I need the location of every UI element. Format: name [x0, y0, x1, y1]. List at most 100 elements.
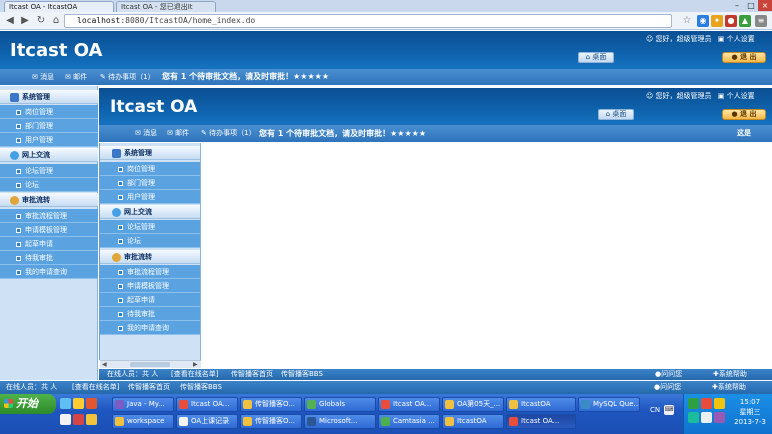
- homepage-link[interactable]: 传智播客首页: [128, 381, 170, 394]
- clock[interactable]: 15:07 星期三 2013-7-3: [730, 397, 770, 427]
- menu-item-pending[interactable]: 待我审批: [0, 251, 98, 265]
- extension-icon[interactable]: ✦: [711, 15, 723, 27]
- inner-menu-item-forum[interactable]: 论坛: [100, 234, 200, 248]
- quicklaunch-icon[interactable]: [86, 398, 97, 409]
- inner-menu-item-user[interactable]: 用户管理: [100, 190, 200, 204]
- taskbar-item[interactable]: Itcast OA...: [378, 397, 440, 412]
- back-icon[interactable]: ◀: [3, 14, 17, 28]
- forward-icon[interactable]: ▶: [18, 14, 32, 28]
- menu-section-system[interactable]: 系统管理: [0, 90, 98, 104]
- tray-icon[interactable]: [714, 412, 725, 423]
- taskbar-item[interactable]: Microsoft...: [304, 414, 376, 429]
- menu-item-forum-manage[interactable]: 论坛管理: [0, 164, 98, 178]
- todo-link[interactable]: ✎ 待办事项（1）: [201, 125, 256, 142]
- taskbar-item-active[interactable]: Itcast OA...: [506, 414, 576, 429]
- menu-item-post[interactable]: 岗位管理: [0, 105, 98, 119]
- extension-icon[interactable]: ▲: [739, 15, 751, 27]
- quicklaunch-icon[interactable]: [60, 414, 71, 425]
- online-list-link[interactable]: [查看在线名单]: [72, 381, 119, 394]
- minimize-icon[interactable]: –: [730, 0, 744, 11]
- tray-icon[interactable]: [688, 412, 699, 423]
- person-icon: [10, 195, 19, 205]
- tray-icon[interactable]: [701, 398, 712, 409]
- maximize-icon[interactable]: □: [744, 0, 758, 11]
- personal-settings-link[interactable]: 个人设置: [727, 35, 755, 43]
- quicklaunch-icon[interactable]: [86, 414, 97, 425]
- menu-item-draft[interactable]: 起草申请: [0, 237, 98, 251]
- bbs-link[interactable]: 传智播客BBS: [281, 369, 323, 380]
- inner-menu-item-process-manage[interactable]: 审批流程管理: [100, 265, 200, 279]
- menu-item-forum[interactable]: 论坛: [0, 178, 98, 192]
- inner-desktop-button[interactable]: ⌂ 桌面: [598, 109, 634, 120]
- menu-item-my-requests[interactable]: 我的申请查询: [0, 265, 98, 279]
- menu-item-user[interactable]: 用户管理: [0, 133, 98, 147]
- taskbar-item[interactable]: 传智播客O...: [240, 397, 302, 412]
- taskbar-item[interactable]: 传智播客O...: [240, 414, 302, 429]
- taskbar-item[interactable]: OA上课记录: [176, 414, 238, 429]
- reload-icon[interactable]: ↻: [34, 14, 48, 28]
- extension-icon[interactable]: ◉: [697, 15, 709, 27]
- location-icon[interactable]: ●: [725, 15, 737, 27]
- menu-item-department[interactable]: 部门管理: [0, 119, 98, 133]
- browser-tab-1[interactable]: Itcast OA - ItcastOA: [4, 1, 114, 12]
- horizontal-scrollbar[interactable]: ◀ ▶: [100, 360, 201, 368]
- online-list-link[interactable]: [查看在线名单]: [171, 369, 218, 380]
- scrollbar-thumb[interactable]: [130, 362, 170, 367]
- message-link[interactable]: ✉ 消息: [135, 125, 157, 142]
- homepage-link[interactable]: 传智播客首页: [231, 369, 273, 380]
- logout-button[interactable]: ● 退 出: [722, 52, 766, 63]
- taskbar-item[interactable]: Globals: [304, 397, 376, 412]
- taskbar-item[interactable]: workspace: [112, 414, 174, 429]
- inner-menu-section-system[interactable]: 系统管理: [100, 146, 200, 160]
- url-input[interactable]: localhost:8080/ItcastOA/home_index.do: [64, 14, 672, 28]
- quicklaunch-icon[interactable]: [73, 414, 84, 425]
- taskbar-item[interactable]: Itcast OA...: [176, 397, 238, 412]
- help-link[interactable]: ✚系统帮助: [712, 381, 746, 394]
- help-link[interactable]: ✚系统帮助: [713, 369, 747, 380]
- inner-menu-section-approval[interactable]: 审批流转: [100, 250, 200, 264]
- keyboard-icon[interactable]: ⌨: [664, 405, 674, 415]
- bbs-link[interactable]: 传智播客BBS: [180, 381, 222, 394]
- quicklaunch-icon[interactable]: [73, 398, 84, 409]
- taskbar-item[interactable]: ItcastOA: [506, 397, 576, 412]
- menu-item-process-manage[interactable]: 审批流程管理: [0, 209, 98, 223]
- personal-settings-link[interactable]: 个人设置: [727, 92, 755, 100]
- inner-menu-item-post[interactable]: 岗位管理: [100, 162, 200, 176]
- inner-logout-button[interactable]: ● 退 出: [722, 109, 766, 120]
- inner-menu-item-draft[interactable]: 起草申请: [100, 293, 200, 307]
- ask-link[interactable]: ●问问您: [655, 369, 682, 380]
- inner-menu-section-online[interactable]: 网上交流: [100, 205, 200, 219]
- bookmark-star-icon[interactable]: ☆: [680, 14, 694, 28]
- language-indicator[interactable]: CN: [650, 406, 660, 414]
- mail-link[interactable]: ✉ 邮件: [65, 69, 87, 85]
- ask-link[interactable]: ●问问您: [654, 381, 681, 394]
- desktop-button[interactable]: ⌂ 桌面: [578, 52, 614, 63]
- wrench-icon[interactable]: ≡: [755, 15, 767, 27]
- tray-icon[interactable]: [688, 398, 699, 409]
- message-link[interactable]: ✉ 消息: [32, 69, 54, 85]
- scroll-right-icon[interactable]: ▶: [193, 361, 198, 368]
- taskbar-item[interactable]: MySQL Que...: [578, 397, 640, 412]
- tray-icon[interactable]: [714, 398, 725, 409]
- scroll-left-icon[interactable]: ◀: [102, 361, 107, 368]
- todo-link[interactable]: ✎ 待办事项（1）: [100, 69, 155, 85]
- mail-link[interactable]: ✉ 邮件: [167, 125, 189, 142]
- volume-icon[interactable]: [701, 412, 712, 423]
- browser-tab-2[interactable]: Itcast OA - 您已退出It: [116, 1, 216, 12]
- taskbar-item[interactable]: Java - My...: [112, 397, 174, 412]
- home-icon[interactable]: ⌂: [49, 14, 63, 28]
- quicklaunch-icon[interactable]: [60, 398, 71, 409]
- close-icon[interactable]: ×: [758, 0, 772, 11]
- menu-section-approval[interactable]: 审批流转: [0, 193, 98, 207]
- menu-item-template-manage[interactable]: 申请模板管理: [0, 223, 98, 237]
- inner-menu-item-my-requests[interactable]: 我的申请查询: [100, 321, 200, 335]
- start-button[interactable]: 开始: [0, 394, 56, 414]
- taskbar-item[interactable]: Camtasia ...: [378, 414, 440, 429]
- inner-menu-item-template-manage[interactable]: 申请模板管理: [100, 279, 200, 293]
- taskbar-item[interactable]: OA第05天_...: [442, 397, 504, 412]
- taskbar-item[interactable]: ItcastOA: [442, 414, 504, 429]
- inner-menu-item-department[interactable]: 部门管理: [100, 176, 200, 190]
- inner-menu-item-forum-manage[interactable]: 论坛管理: [100, 220, 200, 234]
- inner-menu-item-pending[interactable]: 待我审批: [100, 307, 200, 321]
- menu-section-online[interactable]: 网上交流: [0, 148, 98, 162]
